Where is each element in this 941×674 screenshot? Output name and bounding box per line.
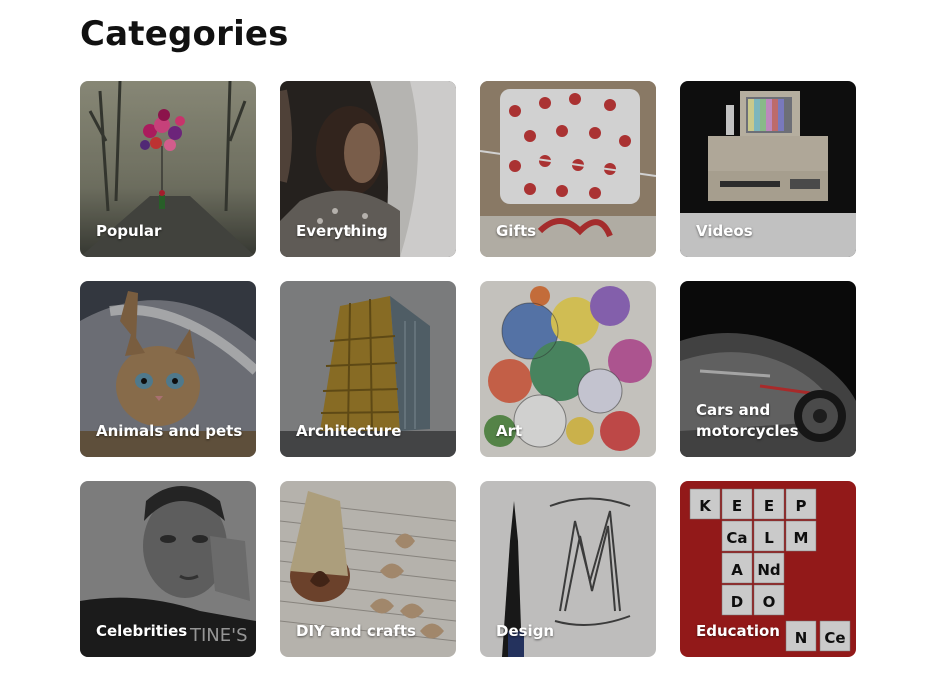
category-label: Videos: [696, 222, 753, 240]
category-tile-architecture[interactable]: Architecture: [280, 281, 456, 457]
category-label: Architecture: [296, 422, 402, 440]
category-tile-art[interactable]: Art: [480, 281, 656, 457]
category-tile-celebrities[interactable]: TINE'S Celebrities: [80, 481, 256, 657]
category-tile-everything[interactable]: Everything: [280, 81, 456, 257]
category-tile-popular[interactable]: Popular: [80, 81, 256, 257]
category-tile-design[interactable]: Design: [480, 481, 656, 657]
category-label: Art: [496, 422, 523, 440]
category-label: Design: [496, 622, 555, 640]
category-tile-gifts[interactable]: Gifts: [480, 81, 656, 257]
category-label: Popular: [96, 222, 162, 240]
page-title: Categories: [80, 14, 289, 54]
category-tile-diy-and-crafts[interactable]: DIY and crafts: [280, 481, 456, 657]
category-label: Education: [696, 622, 780, 640]
category-label: DIY and crafts: [296, 622, 416, 640]
category-tile-animals-and-pets[interactable]: Animals and pets: [80, 281, 256, 457]
category-tile-education[interactable]: K E E P Ca L M A Nd D O N Ce Education: [680, 481, 856, 657]
category-tile-videos[interactable]: Videos: [680, 81, 856, 257]
category-label: Celebrities: [96, 622, 188, 640]
category-label: Gifts: [496, 222, 537, 240]
category-label: Everything: [296, 222, 388, 240]
category-tile-cars-and-motorcycles[interactable]: Cars and motorcycles: [680, 281, 856, 457]
category-label: Cars and motorcycles: [696, 401, 799, 440]
category-label: Animals and pets: [96, 422, 243, 440]
